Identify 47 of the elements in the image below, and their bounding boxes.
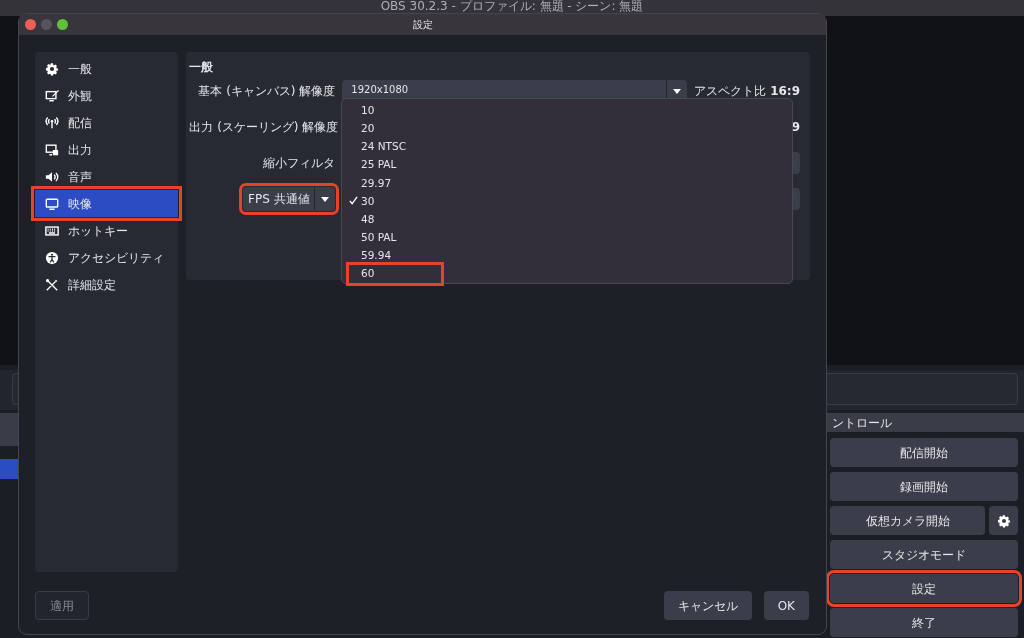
dialog-title: 設定 [412, 18, 433, 32]
control-button[interactable]: 仮想カメラ開始 [830, 506, 985, 535]
dialog-button[interactable]: キャンセル [663, 591, 752, 620]
window-title: OBS 30.2.3 - プロファイル: 無題 - シーン: 無題 [379, 0, 645, 13]
close-button[interactable] [25, 19, 36, 30]
tools-icon [45, 277, 59, 292]
screen-output-icon [45, 142, 59, 157]
sidebar-item[interactable]: アクセシビリティ [35, 244, 179, 271]
menu-item[interactable]: 10 [342, 102, 792, 121]
control-button[interactable]: 終了 [830, 608, 1018, 637]
field-label: 出力 (スケーリング) 解像度 [189, 119, 336, 136]
field-label: 縮小フィルタ [262, 155, 336, 172]
dock-title: ントロール [832, 415, 892, 432]
control-button[interactable]: 録画開始 [830, 472, 1018, 501]
section-title: 一般 [189, 59, 215, 76]
menu-item[interactable]: 30 [342, 192, 792, 211]
menu-item[interactable]: 59.94 [342, 246, 792, 265]
gear-icon [45, 61, 59, 76]
sidebar-item[interactable]: 詳細設定 [35, 271, 179, 298]
antenna-icon [45, 115, 59, 130]
accessibility-icon [45, 250, 59, 265]
dialog-button[interactable]: OK [763, 591, 809, 620]
keyboard-icon [45, 223, 59, 238]
monitor-icon [45, 196, 59, 211]
sidebar-item[interactable]: ホットキー [35, 217, 179, 244]
menu-item[interactable]: 48 [342, 210, 792, 229]
aspect-ratio-text: アスペクト比 16:9 [694, 84, 800, 98]
zoom-button[interactable] [57, 19, 68, 30]
menu-item[interactable]: 50 PAL [342, 228, 792, 247]
caret-icon [320, 195, 331, 203]
menu-item[interactable]: 24 NTSC [342, 138, 792, 157]
sidebar-item[interactable]: 一般 [35, 55, 179, 82]
monitor-brush-icon [45, 88, 59, 103]
control-button[interactable]: 配信開始 [830, 438, 1018, 467]
menu-item[interactable]: 25 PAL [342, 156, 792, 175]
menu-item[interactable]: 20 [342, 120, 792, 139]
sidebar-item[interactable]: 出力 [35, 136, 179, 163]
settings-icon [996, 513, 1011, 528]
sidebar-item[interactable]: 外観 [35, 82, 179, 109]
field-label: 基本 (キャンバス) 解像度 [197, 83, 336, 100]
caret-icon [672, 87, 683, 95]
sidebar-item[interactable]: 配信 [35, 109, 179, 136]
settings-button[interactable] [989, 506, 1018, 535]
control-button[interactable]: スタジオモード [830, 540, 1018, 569]
sidebar-item[interactable]: 音声 [35, 163, 179, 190]
menu-item[interactable]: 29.97 [342, 174, 792, 193]
menu-item[interactable]: 60 [349, 264, 441, 283]
